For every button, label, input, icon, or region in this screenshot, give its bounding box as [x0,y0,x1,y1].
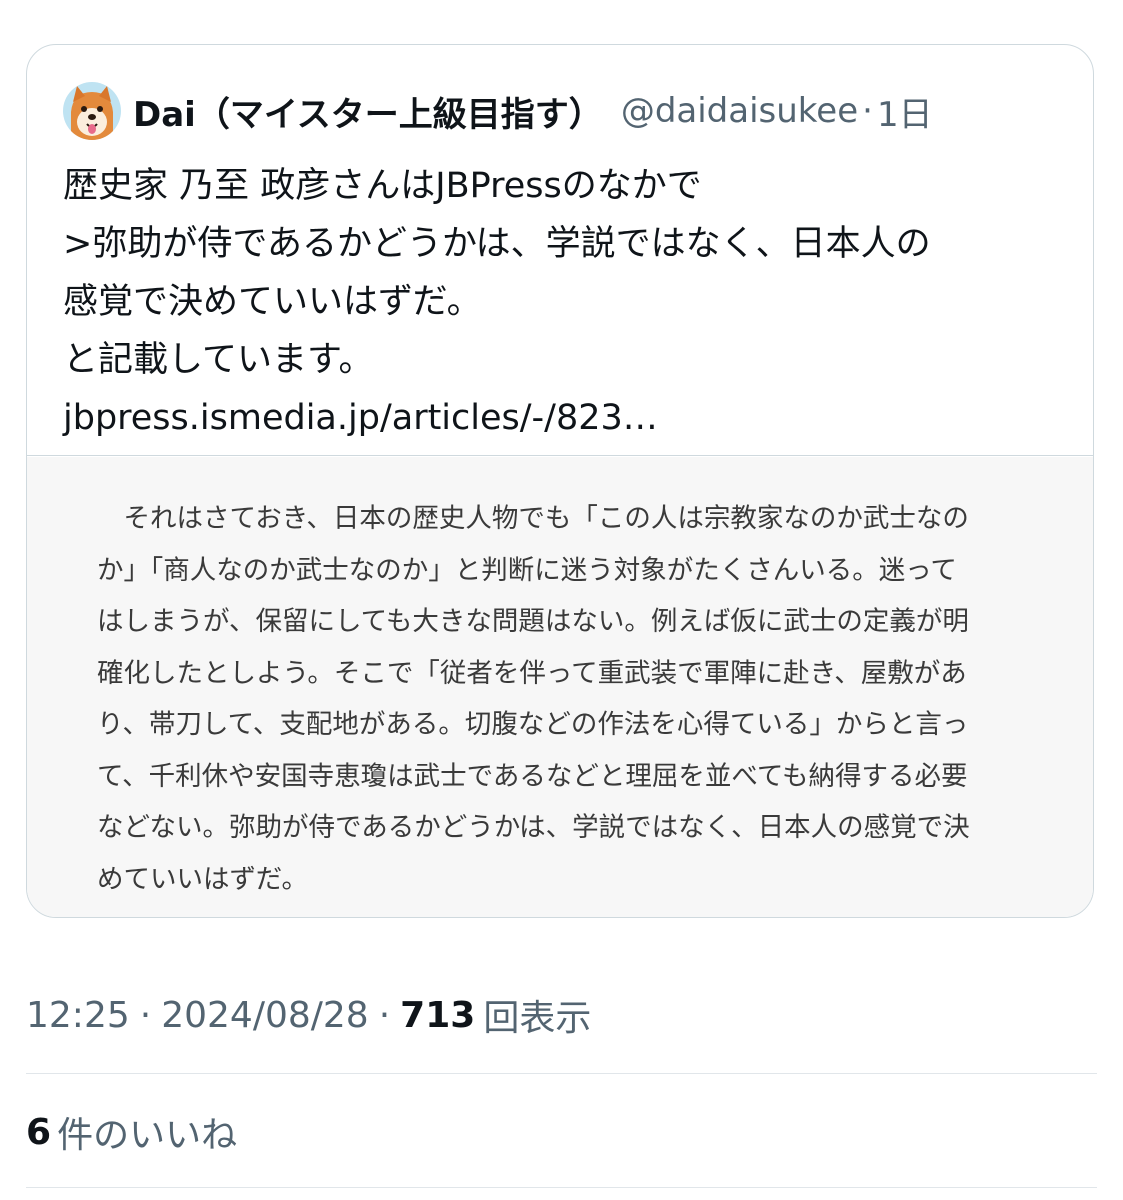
excerpt-line: それはさておき、日本の歴史人物でも「この人は宗教家なのか武士なの [97,503,969,534]
tweet-date[interactable]: 2024/08/28 [161,995,369,1036]
tweet-time[interactable]: 12:25 [26,995,130,1036]
quoted-tweet-header: Dai（マイスター上級目指す） @daidaisukee · 1日 [63,81,933,141]
author-handle[interactable]: @daidaisukee [621,91,858,131]
quoted-tweet-text: 歴史家 乃至 政彦さんはJBPressのなかで >弥助が侍であるかどうかは、学説… [63,157,1073,447]
author-display-name[interactable]: Dai（マイスター上級目指す） [133,87,603,136]
quoted-tweet-card[interactable]: Dai（マイスター上級目指す） @daidaisukee · 1日 歴史家 乃至… [26,44,1094,918]
shiba-inu-avatar-icon [63,82,121,140]
meta-separator: · [378,994,391,1036]
tweet-text-line: >弥助が侍であるかどうかは、学説ではなく、日本人の [63,224,931,264]
card-divider [27,455,1093,456]
tweet-age[interactable]: 1日 [877,87,933,136]
tweet-link[interactable]: jbpress.ismedia.jp/articles/-/823… [63,389,1073,447]
tweet-meta: 12:25 · 2024/08/28 · 713 回表示 [26,985,591,1045]
article-screenshot-image[interactable]: それはさておき、日本の歴史人物でも「この人は宗教家なのか武士なの か」「商人なの… [27,457,1093,917]
excerpt-line: て、千利休や安国寺恵瓊は武士であるなどと理屈を並べても納得する必要 [97,760,968,792]
divider [26,1073,1097,1074]
excerpt-line: などない。弥助が侍であるかどうかは、学説ではなく、日本人の感覚で決 [97,812,970,843]
likes-link[interactable]: 6 件のいいね [26,1102,237,1162]
article-excerpt: それはさておき、日本の歴史人物でも「この人は宗教家なのか武士なの か」「商人なの… [97,493,1047,905]
excerpt-line: り、帯刀して、支配地がある。切腹などの作法を心得ている」からと言っ [97,709,969,740]
avatar[interactable] [63,82,121,140]
views-count: 713 [400,994,476,1036]
tweet-text-line: 感覚で決めていいはずだ。 [63,282,482,322]
excerpt-line: はしまうが、保留にしても大きな問題はない。例えば仮に武士の定義が明 [97,606,969,637]
likes-label: 件のいいね [57,1115,238,1156]
excerpt-line: 確化したとしよう。そこで「従者を伴って重武装で軍陣に赴き、屋敷があ [97,657,967,689]
excerpt-line: めていいはずだ。 [97,863,308,895]
excerpt-line: か」「商人なのか武士なのか」と判断に迷う対象がたくさんいる。迷って [97,554,957,586]
likes-count: 6 [26,1111,52,1153]
header-separator: · [862,91,873,131]
views-label: 回表示 [483,998,592,1039]
tweet-text-line: 歴史家 乃至 政彦さんはJBPressのなかで [63,166,702,206]
divider [26,1187,1097,1188]
tweet-text-line: と記載しています。 [63,340,374,380]
meta-separator: · [139,994,152,1036]
